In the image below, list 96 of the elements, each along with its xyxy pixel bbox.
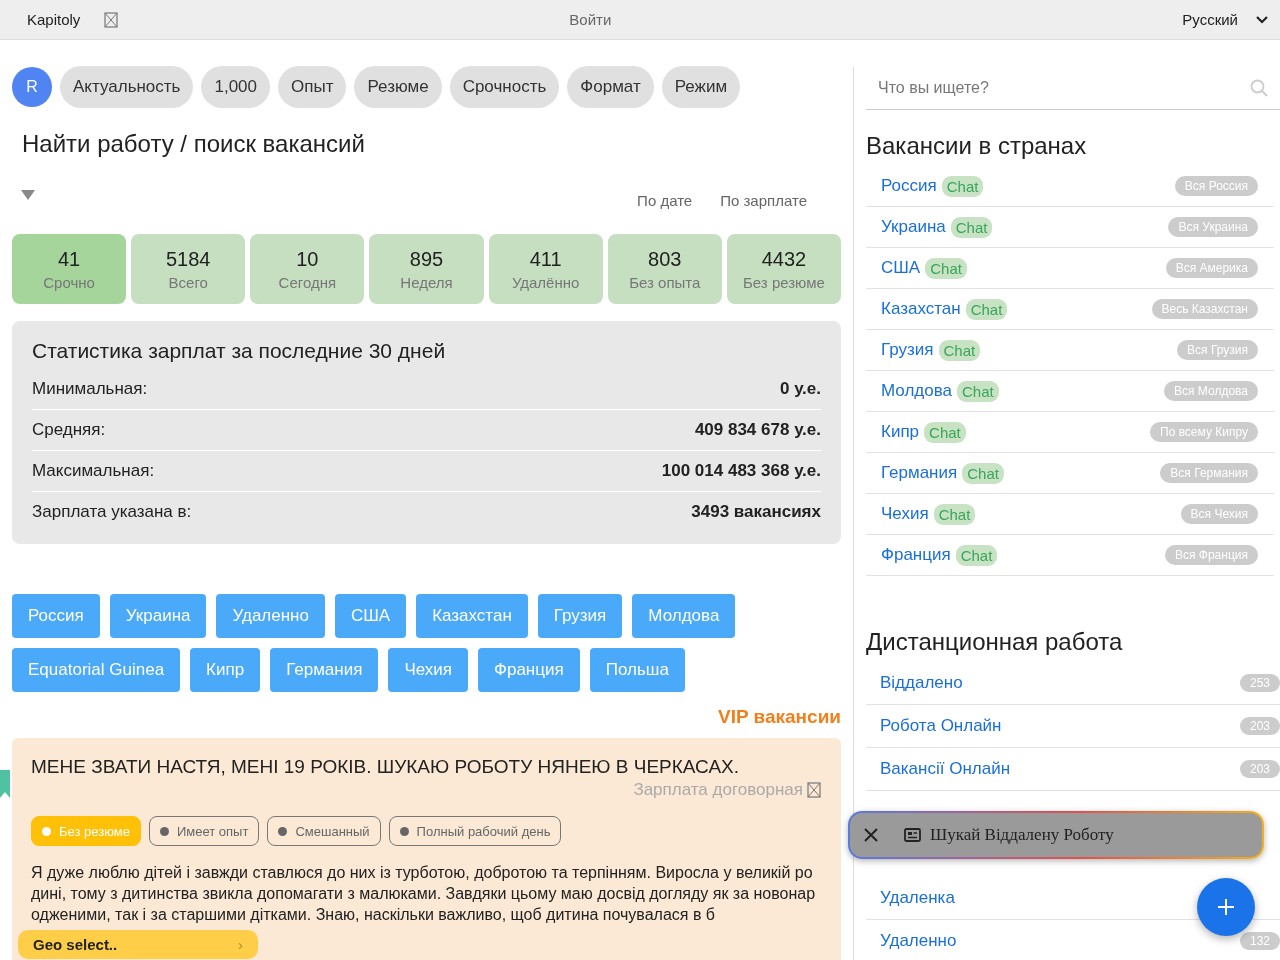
broken-image-icon <box>104 11 119 28</box>
vacancy-title[interactable]: МЕНЕ ЗВАТИ НАСТЯ, МЕНІ 19 РОКІВ. ШУКАЮ РОБОТУ НЯНЕЮ В ЧЕРКАСАХ. <box>31 756 821 778</box>
plus-icon <box>1218 899 1234 915</box>
stat-value: 100 014 483 368 у.е. <box>661 461 821 481</box>
promo-toast[interactable]: Шукай Віддалену Роботу <box>850 813 1262 857</box>
stat-label: Зарплата указана в: <box>32 502 192 522</box>
filter-chip[interactable]: Режим <box>661 66 741 108</box>
broken-image-icon <box>807 782 821 798</box>
stat-label: Без опыта <box>629 273 701 291</box>
filter-chip[interactable]: Актуальность <box>60 66 194 108</box>
filter-chip[interactable]: Формат <box>567 66 654 108</box>
tag: Полный рабочий день <box>388 816 562 846</box>
stat-label: Средняя: <box>32 420 106 440</box>
card-title: Статистика зарплат за последние 30 дней <box>32 339 447 363</box>
stat-label: Сегодня <box>278 273 337 291</box>
close-icon <box>864 828 878 842</box>
stat-value: 3493 вакансиях <box>691 502 821 522</box>
stat-tile[interactable]: 10 Сегодня <box>250 234 365 304</box>
geo-select-toast[interactable]: Geo select.. › <box>18 930 258 959</box>
stat-count: 41 <box>57 247 81 271</box>
ribbon-tab <box>0 770 10 798</box>
stat-label: Максимальная: <box>32 461 155 481</box>
remote-link[interactable]: Віддалено <box>880 673 963 693</box>
remote-link[interactable]: Вакансії Онлайн <box>880 759 1011 779</box>
remote-link[interactable]: Удаленка <box>880 888 955 908</box>
stat-label: Минимальная: <box>32 379 148 399</box>
close-button[interactable] <box>864 828 878 842</box>
remote-link[interactable]: Робота Онлайн <box>880 716 1002 736</box>
country-button[interactable]: Грузия <box>537 594 623 638</box>
country-button[interactable]: Казахстан <box>416 594 528 638</box>
stat-label: Без резюме <box>743 273 825 291</box>
country-link[interactable]: Россия <box>881 176 937 196</box>
stat-count: 4432 <box>761 247 807 271</box>
section-title: Дистанционная работа <box>866 628 1124 656</box>
stat-label: Срочно <box>43 273 95 291</box>
filter-chip[interactable]: 1,000 <box>201 66 271 108</box>
page-title: Найти работу / поиск вакансий <box>22 130 366 158</box>
avatar[interactable]: R <box>12 67 52 107</box>
chevron-down-icon <box>1256 15 1268 24</box>
vacancy-description: Я дуже люблю дітей і завжди ставлюся до них із турботою, добротою та терпінням. Виросла у великій родині, тому з дитинства звикла допомагати з малюками. Завдяки цьому маю досвід догляду як за новонародженими, так і за старшими дітками. Знаю, наскільки важливо, щоб дитина почувалася в б <box>31 863 817 925</box>
tag: Смешанный <box>267 816 381 846</box>
country-link[interactable]: Чехия <box>881 504 929 524</box>
stat-count: 5184 <box>165 247 211 271</box>
tag: Имеет опыт <box>148 816 260 846</box>
country-link[interactable]: Германия <box>881 463 958 483</box>
country-link[interactable]: Молдова <box>881 381 953 401</box>
filter-chip[interactable]: Резюме <box>354 66 442 108</box>
stat-tile[interactable]: 411 Удалённо <box>488 234 603 304</box>
stat-tile[interactable]: 41 Срочно <box>12 234 127 304</box>
salary-text: Зарплата договорная <box>633 780 803 800</box>
stat-label: Неделя <box>400 273 453 291</box>
country-link[interactable]: Франция <box>881 545 951 565</box>
remote-link[interactable]: Удаленно <box>880 931 957 951</box>
sort-link[interactable]: По дате <box>637 192 693 209</box>
stat-tile[interactable]: 895 Неделя <box>369 234 484 304</box>
stat-count: 411 <box>529 247 562 271</box>
country-link[interactable]: Грузия <box>881 340 934 360</box>
filter-chip[interactable]: Срочность <box>449 66 560 108</box>
search-field[interactable]: Что вы ищете? <box>866 67 1280 110</box>
country-button[interactable]: Украина <box>109 594 207 638</box>
country-button[interactable]: Кипр <box>190 648 261 692</box>
country-link[interactable]: Казахстан <box>881 299 961 319</box>
country-button[interactable]: Чехия <box>388 648 468 692</box>
stat-count: 803 <box>648 247 682 271</box>
newspaper-icon <box>904 828 921 842</box>
country-link[interactable]: США <box>881 258 921 278</box>
section-title: Вакансии в странах <box>866 132 1088 160</box>
stat-tile[interactable]: 803 Без опыта <box>607 234 722 304</box>
country-button[interactable]: Удаленно <box>216 594 325 638</box>
country-button[interactable]: США <box>334 594 407 638</box>
stat-count: 895 <box>409 247 444 271</box>
stat-value: 409 834 678 у.е. <box>694 420 821 440</box>
section-title: VIP вакансии <box>716 706 841 728</box>
stat-tile[interactable]: 5184 Всего <box>131 234 246 304</box>
country-link[interactable]: Украина <box>881 217 946 237</box>
login-link[interactable]: Войти <box>118 11 1183 28</box>
country-button[interactable]: Польша <box>589 648 685 692</box>
country-button[interactable]: Россия <box>12 594 100 638</box>
country-button[interactable]: Молдова <box>632 594 736 638</box>
language-select[interactable]: Русский <box>1182 11 1268 28</box>
add-button[interactable] <box>1197 878 1255 936</box>
stat-count: 10 <box>296 247 319 271</box>
stat-label: Удалённо <box>511 273 580 291</box>
sort-link[interactable]: По зарплате <box>720 192 807 209</box>
tag: Без резюме <box>31 816 141 846</box>
brand-name[interactable]: Kapitoly <box>27 11 81 28</box>
stat-tile[interactable]: 4432 Без резюме <box>726 234 841 304</box>
stat-value: 0 у.е. <box>779 379 821 399</box>
stat-label: Всего <box>168 273 208 291</box>
vacancy-card[interactable] <box>12 738 841 960</box>
country-link[interactable]: Кипр <box>881 422 920 442</box>
country-button[interactable]: Equatorial Guinea <box>12 648 181 692</box>
dropdown-triangle-icon[interactable] <box>21 189 35 200</box>
filter-chip[interactable]: Опыт <box>278 66 347 108</box>
country-button[interactable]: Германия <box>270 648 379 692</box>
country-button[interactable]: Франция <box>478 648 580 692</box>
